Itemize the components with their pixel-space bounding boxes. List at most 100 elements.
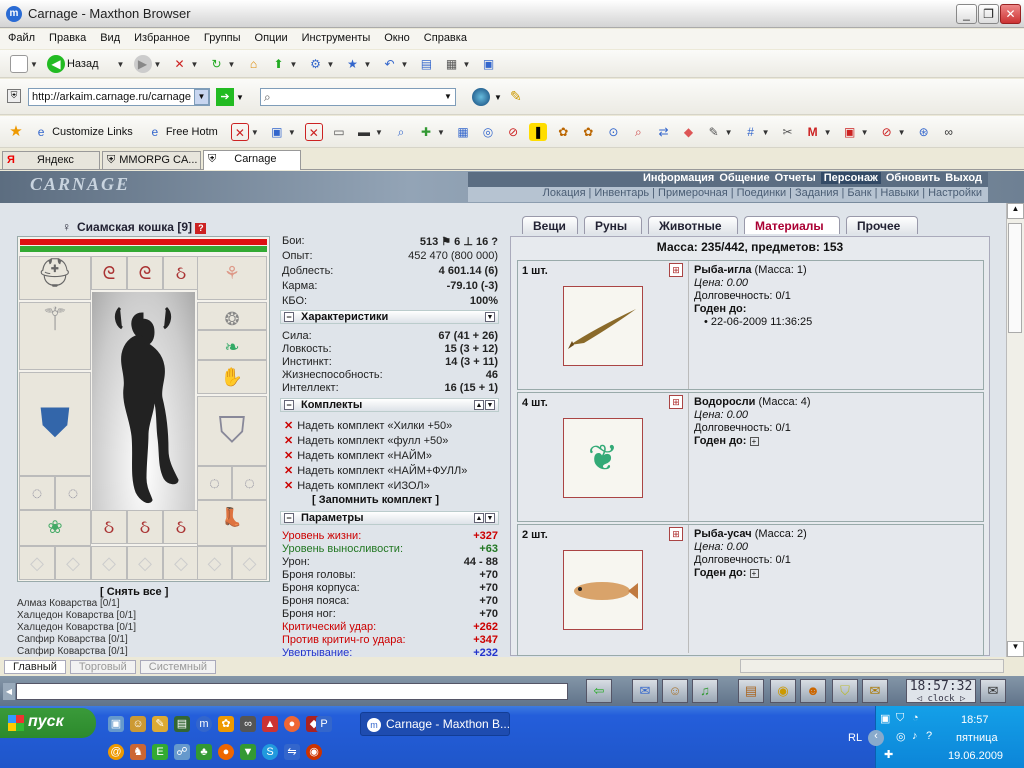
address-dropdown[interactable]: ▼ [194, 89, 209, 105]
users-icon[interactable]: ☻ [800, 679, 826, 703]
close-button[interactable]: ✕ [1000, 4, 1021, 24]
params-header[interactable]: − Параметры ▲ ▼ [280, 511, 499, 525]
nav-reports[interactable]: Отчеты [775, 172, 816, 184]
drop-item-icon[interactable]: ⊞ [669, 395, 683, 409]
chat-tab-trade[interactable]: Торговый [69, 660, 136, 674]
quicklaunch-icon[interactable]: ● [284, 716, 300, 732]
needlefish-image[interactable] [563, 286, 643, 366]
coins-icon[interactable]: ◉ [770, 679, 796, 703]
quicklaunch-icon[interactable]: ▼ [240, 744, 256, 760]
ring-slot-7[interactable]: ◌ [232, 466, 267, 500]
tab-runes[interactable]: Руны [584, 216, 642, 234]
kit-link[interactable]: ✕ Надеть комплект «фулл +50» [284, 434, 448, 447]
collapse-icon[interactable]: − [284, 513, 294, 523]
helmet-slot[interactable]: ⛑ [19, 256, 91, 300]
quicklaunch-icon[interactable]: E [152, 744, 168, 760]
tab-list-icon[interactable]: ▣ [268, 123, 286, 141]
seaweed-image[interactable]: ❦ [563, 418, 643, 498]
info-icon[interactable]: ? [195, 223, 207, 234]
expand-icon[interactable]: ▲ [474, 513, 484, 523]
horizontal-scrollbar[interactable] [740, 659, 1004, 673]
customize-links[interactable]: Customize Links [52, 126, 133, 138]
rune-slot[interactable]: ◇ [127, 546, 163, 580]
go-icon[interactable]: ➔ [216, 88, 234, 106]
kit-label[interactable]: Надеть комплект «НАЙМ» [297, 450, 432, 462]
globe-icon[interactable] [472, 88, 490, 106]
expand-icon[interactable]: ▲ [474, 400, 484, 410]
tab-other[interactable]: Прочее [846, 216, 918, 234]
grid-icon[interactable]: # [742, 123, 760, 141]
ring-slot-4[interactable]: ◌ [19, 476, 55, 510]
tab-things[interactable]: Вещи [522, 216, 578, 234]
collapse-icon[interactable]: − [284, 312, 294, 322]
nav-refresh[interactable]: Обновить [886, 172, 940, 184]
menu-edit[interactable]: Правка [41, 29, 92, 44]
image-icon[interactable]: ▦ [454, 123, 472, 141]
rune-slot[interactable]: ◇ [19, 546, 55, 580]
vertical-scrollbar[interactable]: ▲ ▼ [1006, 203, 1024, 657]
remove-icon[interactable]: ✕ [284, 480, 293, 492]
remove-icon[interactable]: ✕ [284, 420, 293, 432]
character-name[interactable]: Сиамская кошка [77, 220, 174, 234]
kit-label[interactable]: Надеть комплект «НАЙМ+ФУЛЛ» [297, 465, 467, 477]
undo-icon[interactable]: ↶ [380, 55, 398, 73]
item-name[interactable]: Рыба-игла [694, 264, 751, 276]
barbel-fish-image[interactable] [563, 550, 643, 630]
quicklaunch-icon[interactable]: ▤ [174, 716, 190, 732]
armor-slot[interactable]: ⛊ [19, 372, 91, 476]
quicklaunch-icon[interactable]: ✿ [218, 716, 234, 732]
sound-icon[interactable]: ♫ [692, 679, 718, 703]
amulet-slot[interactable]: ❂ [197, 302, 267, 330]
nav-chat[interactable]: Общение [719, 172, 769, 184]
rune-slot[interactable]: ◇ [232, 546, 267, 580]
skype-icon[interactable]: S [262, 744, 278, 760]
earring-slot-3[interactable]: ઠ [163, 510, 199, 544]
kit-link[interactable]: ✕ Надеть комплект «Хилки +50» [284, 419, 452, 432]
expand-icon[interactable]: ▼ [485, 400, 495, 410]
kit-label[interactable]: Надеть комплект «фулл +50» [297, 435, 448, 447]
quicklaunch-icon[interactable]: ✎ [152, 716, 168, 732]
expand-icon[interactable]: + [749, 437, 759, 446]
characteristics-header[interactable]: − Характеристики ▼ [280, 310, 499, 324]
search-dropdown[interactable]: ▼ [441, 89, 455, 105]
forward-icon[interactable]: ▶ [133, 55, 152, 73]
quicklaunch-icon[interactable]: ♞ [130, 744, 146, 760]
earring-slot-2[interactable]: ઠ [127, 510, 163, 544]
tab-yandex[interactable]: Я Яндекс [2, 151, 100, 169]
tray-app-icon[interactable]: ✚ [884, 748, 893, 761]
block-icon[interactable]: ⊘ [504, 123, 522, 141]
kit-link[interactable]: ✕ Надеть комплект «ИЗОЛ» [284, 479, 430, 492]
subnav-settings[interactable]: Настройки [928, 187, 982, 199]
chest-icon[interactable]: ▤ [738, 679, 764, 703]
menu-window[interactable]: Окно [376, 29, 416, 44]
expand-icon[interactable]: + [749, 569, 759, 578]
search-input[interactable]: ⌕ [260, 88, 456, 106]
screen-icon[interactable]: ▣ [841, 123, 859, 141]
start-button[interactable]: пуск [0, 708, 96, 738]
ring-slot-2[interactable]: ᘓ [127, 256, 163, 290]
close-all-icon[interactable]: ✕ [304, 123, 323, 141]
quicklaunch-icon[interactable]: @ [108, 744, 124, 760]
rune-slot[interactable]: ◇ [91, 546, 127, 580]
kit-label[interactable]: Надеть комплект «ИЗОЛ» [297, 480, 430, 492]
bracers-slot[interactable]: ⚘ [197, 256, 267, 300]
subnav-location[interactable]: Локация [543, 187, 586, 199]
translate-icon[interactable]: ⇄ [654, 123, 672, 141]
collapse-icon[interactable]: − [284, 400, 294, 410]
envelope-icon[interactable]: ✉ [980, 679, 1006, 703]
quicklaunch-icon[interactable]: ☺ [130, 716, 146, 732]
quicklaunch-icon[interactable]: ▣ [108, 716, 124, 732]
chat-left-arrow-icon[interactable]: ◀ [3, 683, 15, 700]
network-icon[interactable]: ▣ [880, 712, 890, 725]
belt-slot[interactable]: ❀ [19, 510, 91, 546]
remember-kit-button[interactable]: [ Запомнить комплект ] [312, 494, 439, 506]
window-icon[interactable]: ▣ [480, 55, 498, 73]
smile-icon[interactable]: ☺ [662, 679, 688, 703]
sync-tray-icon[interactable]: ◎ [896, 730, 906, 743]
highlight-icon[interactable]: ✎ [510, 88, 522, 105]
send-button[interactable]: ⇦ [586, 679, 612, 703]
favorites-icon[interactable]: ★ [343, 55, 361, 73]
go-dropdown[interactable]: ▼ [236, 93, 244, 102]
gloves-slot[interactable]: ✋ [197, 360, 267, 394]
palette-icon[interactable]: ✿ [579, 123, 597, 141]
